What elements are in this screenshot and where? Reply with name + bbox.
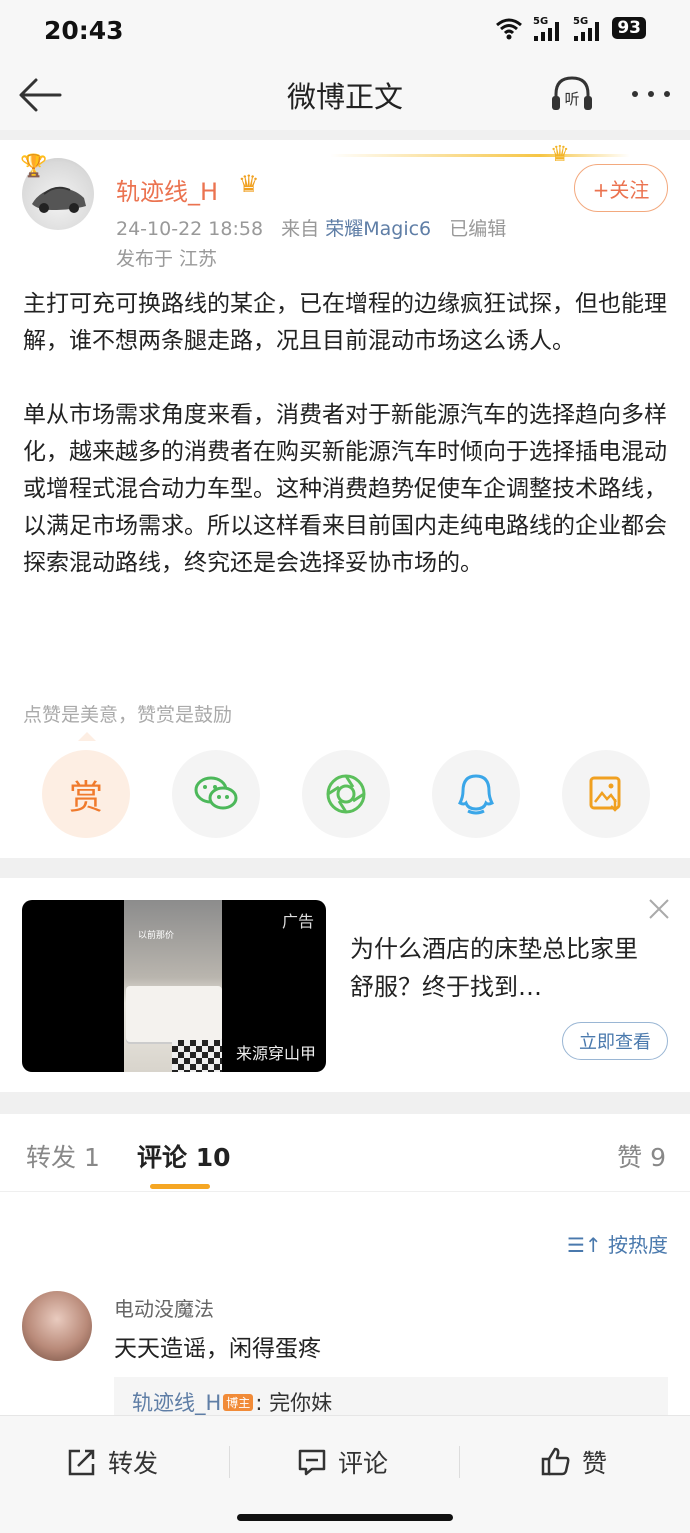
wifi-icon (496, 18, 523, 40)
ad-cta-button[interactable]: 立即查看 (562, 1022, 668, 1060)
divider (0, 130, 690, 140)
status-icons: 5G 5G 93 (494, 14, 646, 42)
divider (0, 858, 690, 878)
edited-label[interactable]: 已编辑 (449, 218, 506, 240)
share-qq-button[interactable] (432, 750, 520, 838)
listen-label: 听 (564, 90, 579, 108)
reply-user[interactable]: 轨迹线_H (132, 1391, 221, 1415)
thumbs-up-icon (541, 1447, 570, 1476)
post-paragraph: 单从市场需求角度来看，消费者对于新能源汽车的选择趋向多样化，越来越多的消费者在购… (23, 402, 667, 576)
share-wechat-button[interactable] (172, 750, 260, 838)
divider (0, 1092, 690, 1114)
status-bar: 20:43 5G 5G 93 (0, 0, 690, 60)
reward-button[interactable]: 赏 (42, 750, 130, 838)
back-arrow-icon[interactable] (16, 70, 66, 120)
repost-icon (68, 1449, 95, 1476)
author-name[interactable]: 轨迹线_H (116, 172, 218, 207)
author-avatar[interactable]: 🏆 (20, 154, 94, 230)
ad-card[interactable]: 以前那价 广告 来源穿山甲 为什么酒店的床垫总比家里舒服？终于找到… 立即查看 (0, 878, 690, 1092)
ad-mattress-image (126, 986, 222, 1042)
ad-thumbnail[interactable]: 以前那价 广告 来源穿山甲 (22, 900, 326, 1072)
nav-bar: 微博正文 听 (0, 60, 690, 130)
reply-text: : 完你妹 (255, 1391, 333, 1415)
vip-crown-icon[interactable]: ♛ (238, 170, 260, 198)
comment-icon (298, 1449, 326, 1476)
network-label: 5G (573, 16, 588, 27)
post-card: ♛ 🏆 轨迹线_H ♛ 24-10-22 18:58 来自 荣耀Magic6 已… (0, 140, 690, 858)
hint-pointer (78, 732, 96, 741)
network-label: 5G (533, 16, 548, 27)
ad-source: 来源穿山甲 (235, 1044, 316, 1063)
ad-floor-image (172, 1040, 222, 1072)
post-location: 发布于 江苏 (116, 248, 218, 270)
battery-indicator: 93 (612, 17, 646, 39)
comment-button[interactable]: 评论 (296, 1442, 388, 1482)
signal-icon: 5G (573, 16, 600, 41)
ad-tag: 广告 (281, 912, 314, 931)
sort-label: 按热度 (608, 1233, 668, 1257)
like-label: 赞 (582, 1449, 608, 1478)
separator (229, 1446, 230, 1478)
post-source[interactable]: 荣耀Magic6 (325, 218, 431, 240)
comment-label: 评论 (338, 1449, 389, 1478)
post-timestamp: 24-10-22 18:58 (116, 218, 264, 240)
reward-label: 赏 (69, 777, 103, 818)
author-badge: 博主 (223, 1394, 254, 1411)
comment-list: ☰↑ 按热度 电动没魔法 天天造谣，闲得蛋疼 轨迹线_H 博主: 完你妹 (0, 1193, 690, 1425)
share-row: 赏 (42, 750, 650, 838)
status-time: 20:43 (44, 16, 124, 45)
listen-headphones-icon[interactable]: 听 (548, 70, 596, 118)
ad-thumb-caption: 以前那价 (138, 931, 175, 941)
close-icon[interactable] (646, 896, 672, 922)
separator (459, 1446, 460, 1478)
post-body: 主打可充可换路线的某企，已在增程的边缘疯狂试探，但也能理解，谁不想两条腿走路，况… (23, 286, 669, 619)
like-button[interactable]: 赞 (540, 1442, 607, 1482)
commenter-avatar[interactable] (22, 1291, 92, 1361)
post-source-prefix: 来自 (281, 218, 320, 240)
qq-icon (458, 774, 494, 815)
tab-indicator (150, 1184, 210, 1189)
share-moments-button[interactable] (302, 750, 390, 838)
trophy-icon: 🏆 (20, 154, 48, 179)
interaction-tabs: 转发 1 评论 10 赞 9 (0, 1114, 690, 1192)
signal-icon: 5G (533, 16, 560, 41)
ad-title[interactable]: 为什么酒店的床垫总比家里舒服？终于找到… (350, 930, 640, 1006)
post-paragraph: 主打可充可换路线的某企，已在增程的边缘疯狂试探，但也能理解，谁不想两条腿走路，况… (23, 291, 667, 354)
crown-icon: ♛ (550, 142, 570, 167)
decoration-line (330, 154, 630, 157)
reward-hint: 点赞是美意，赞赏是鼓励 (23, 704, 233, 726)
moments-icon (326, 774, 366, 814)
home-indicator[interactable] (237, 1514, 453, 1521)
comment-text[interactable]: 天天造谣，闲得蛋疼 (114, 1329, 321, 1363)
post-meta: 24-10-22 18:58 来自 荣耀Magic6 已编辑 (116, 214, 506, 241)
sort-button[interactable]: ☰↑ 按热度 (567, 1229, 668, 1258)
tab-repost[interactable]: 转发 1 (26, 1138, 100, 1174)
tab-comment[interactable]: 评论 10 (137, 1138, 231, 1174)
follow-button[interactable]: +关注 (574, 164, 668, 212)
commenter-name[interactable]: 电动没魔法 (114, 1293, 214, 1322)
save-image-icon (589, 776, 621, 812)
repost-button[interactable]: 转发 (66, 1442, 158, 1482)
repost-label: 转发 (108, 1449, 159, 1478)
sort-icon: ☰↑ (566, 1233, 602, 1257)
save-image-button[interactable] (562, 750, 650, 838)
tab-like[interactable]: 赞 9 (617, 1138, 666, 1174)
more-icon[interactable] (628, 74, 674, 114)
wechat-icon (194, 776, 238, 810)
